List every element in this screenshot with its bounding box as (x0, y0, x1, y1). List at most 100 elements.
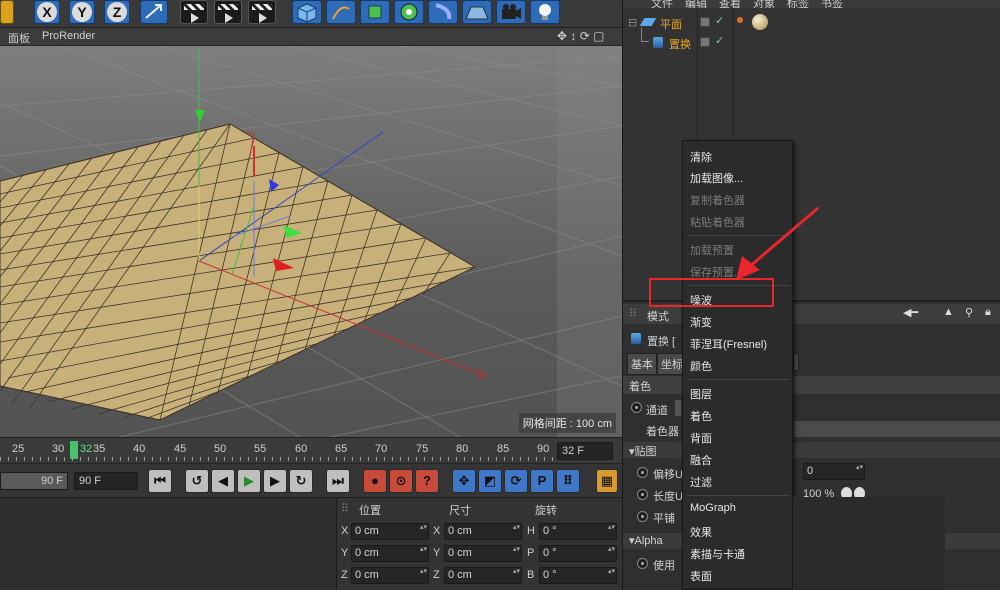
menu-item-fusion[interactable]: 融合 (690, 452, 712, 468)
animate-radio[interactable] (637, 467, 648, 478)
menu-item-clear[interactable]: 清除 (690, 149, 712, 165)
tab-basic[interactable]: 基本 (627, 353, 657, 375)
render-picture-viewer-icon[interactable] (214, 0, 242, 24)
go-to-end-icon[interactable]: ⏭ (326, 469, 350, 493)
channel-dropdown[interactable] (675, 400, 681, 416)
position-z-field[interactable]: 0 cm (351, 567, 429, 584)
deformer-icon[interactable] (428, 0, 458, 24)
material-tag-icon[interactable] (752, 14, 768, 30)
menu-item-surfaces[interactable]: 表面 (690, 568, 712, 584)
next-frame-icon[interactable]: ▶ (263, 469, 287, 493)
panel-menu[interactable]: 面板 (8, 30, 30, 46)
light-icon[interactable] (530, 0, 560, 24)
pointer-icon[interactable]: ▲ (943, 306, 954, 318)
enabled-check-icon[interactable]: ✓ (715, 34, 724, 47)
plane-object[interactable] (0, 123, 477, 421)
key-rotation-icon[interactable]: ⟳ (504, 469, 528, 493)
object-row[interactable]: ⊟ 平面 ✓ (623, 14, 1000, 32)
timeline-window-icon[interactable]: ▦ (596, 469, 618, 493)
object-name[interactable]: 置换 (669, 36, 691, 52)
viewport-nav-icons[interactable]: ✥ ↕ ⟳ ▢ (557, 29, 604, 43)
tree-toggle-icon[interactable]: ⊟ (628, 16, 637, 29)
cube-icon[interactable] (292, 0, 322, 24)
visibility-icon[interactable] (700, 37, 710, 47)
move-tool-icon[interactable] (0, 0, 14, 24)
menu-item-effects[interactable]: 效果 (690, 524, 712, 540)
keyframe-selection-icon[interactable]: ? (415, 469, 439, 493)
mode-menu[interactable]: 模式 (647, 308, 669, 324)
coordinate-system-icon[interactable] (140, 0, 168, 24)
previous-key-icon[interactable]: ↺ (185, 469, 209, 493)
z-axis-lock-button[interactable]: Z (104, 0, 130, 24)
menu-edit[interactable]: 编辑 (685, 0, 707, 8)
menu-bookmarks[interactable]: 书签 (821, 0, 843, 8)
menu-item-filter[interactable]: 过滤 (690, 474, 712, 490)
key-param-icon[interactable]: P (530, 469, 554, 493)
menu-item-layer[interactable]: 图层 (690, 386, 712, 402)
render-settings-icon[interactable] (248, 0, 276, 24)
menu-view[interactable]: 查看 (719, 0, 741, 8)
previous-frame-icon[interactable]: ◀ (211, 469, 235, 493)
floor-icon[interactable] (462, 0, 492, 24)
rotation-h-field[interactable]: 0 ° (539, 523, 617, 540)
texture-subsection-title[interactable]: ▾贴图 (629, 443, 657, 459)
menu-object[interactable]: 对象 (753, 0, 775, 8)
lock-icon[interactable]: 🔒︎ (985, 306, 991, 319)
rotation-b-field[interactable]: 0 ° (539, 567, 617, 584)
preview-min-field[interactable]: 90 F (0, 472, 68, 490)
go-to-start-icon[interactable]: ⏮ (148, 469, 172, 493)
alpha-subsection-title[interactable]: ▾Alpha (629, 534, 663, 547)
render-view-icon[interactable] (180, 0, 208, 24)
object-row[interactable]: 置换 ✓ (623, 28, 1000, 52)
viewport-scene (0, 46, 622, 437)
animate-radio[interactable] (637, 489, 648, 500)
prorender-menu[interactable]: ProRender (42, 30, 95, 42)
position-x-field[interactable]: 0 cm (351, 523, 429, 540)
menu-file[interactable]: 文件 (651, 0, 673, 8)
camera-icon[interactable] (496, 0, 526, 24)
menu-item-color[interactable]: 颜色 (690, 358, 712, 374)
menu-item-colorizer[interactable]: 着色 (690, 408, 712, 424)
current-frame-field[interactable]: 32 F (557, 442, 613, 460)
key-position-icon[interactable]: ✥ (452, 469, 476, 493)
y-axis-lock-button[interactable]: Y (69, 0, 95, 24)
auto-key-icon[interactable]: ⊙ (389, 469, 413, 493)
key-scale-icon[interactable]: ◩ (478, 469, 502, 493)
size-z-field[interactable]: 0 cm (444, 567, 522, 584)
back-arrow-icon[interactable]: ◀━ (903, 306, 918, 319)
menu-tags[interactable]: 标签 (787, 0, 809, 8)
animate-radio[interactable] (631, 402, 642, 413)
menu-item-mograph[interactable]: MoGraph (690, 502, 736, 514)
timeline-ruler[interactable]: 25 30 32 35 40 45 50 55 60 65 70 75 80 8… (0, 437, 622, 463)
menu-item-gradient[interactable]: 渐变 (690, 314, 712, 330)
visibility-icon[interactable] (700, 17, 710, 27)
animate-radio[interactable] (637, 558, 648, 569)
size-y-field[interactable]: 0 cm (444, 545, 522, 562)
3d-viewport[interactable]: 网格间距 : 100 cm (0, 46, 622, 437)
position-y-field[interactable]: 0 cm (351, 545, 429, 562)
menu-item-fresnel[interactable]: 菲涅耳(Fresnel) (690, 336, 767, 352)
menu-item-backface[interactable]: 背面 (690, 430, 712, 446)
menu-item-load-image[interactable]: 加载图像... (690, 170, 743, 186)
shader-slot[interactable] (794, 421, 1000, 437)
search-icon[interactable]: ⚲ (965, 306, 973, 319)
offset-v-field[interactable]: 0 (803, 463, 865, 480)
object-name[interactable]: 平面 (660, 16, 682, 32)
array-icon[interactable] (394, 0, 424, 24)
rotation-p-field[interactable]: 0 ° (539, 545, 617, 562)
menu-item-sketch-toon[interactable]: 素描与卡通 (690, 546, 745, 562)
key-pla-icon[interactable]: ⠿ (556, 469, 580, 493)
enabled-check-icon[interactable]: ✓ (715, 14, 724, 27)
play-icon[interactable]: ▶ (237, 469, 261, 493)
pen-spline-icon[interactable] (326, 0, 356, 24)
shading-section-header: 着色 (623, 376, 1000, 394)
x-axis-lock-button[interactable]: X (34, 0, 60, 24)
size-x-field[interactable]: 0 cm (444, 523, 522, 540)
next-key-icon[interactable]: ↻ (289, 469, 313, 493)
texture-tag-icon[interactable] (737, 17, 743, 23)
preview-max-field[interactable]: 90 F (74, 472, 138, 490)
subdivision-icon[interactable] (360, 0, 390, 24)
record-keys-icon[interactable]: ● (363, 469, 387, 493)
tab-overflow[interactable] (793, 353, 799, 371)
animate-radio[interactable] (637, 511, 648, 522)
